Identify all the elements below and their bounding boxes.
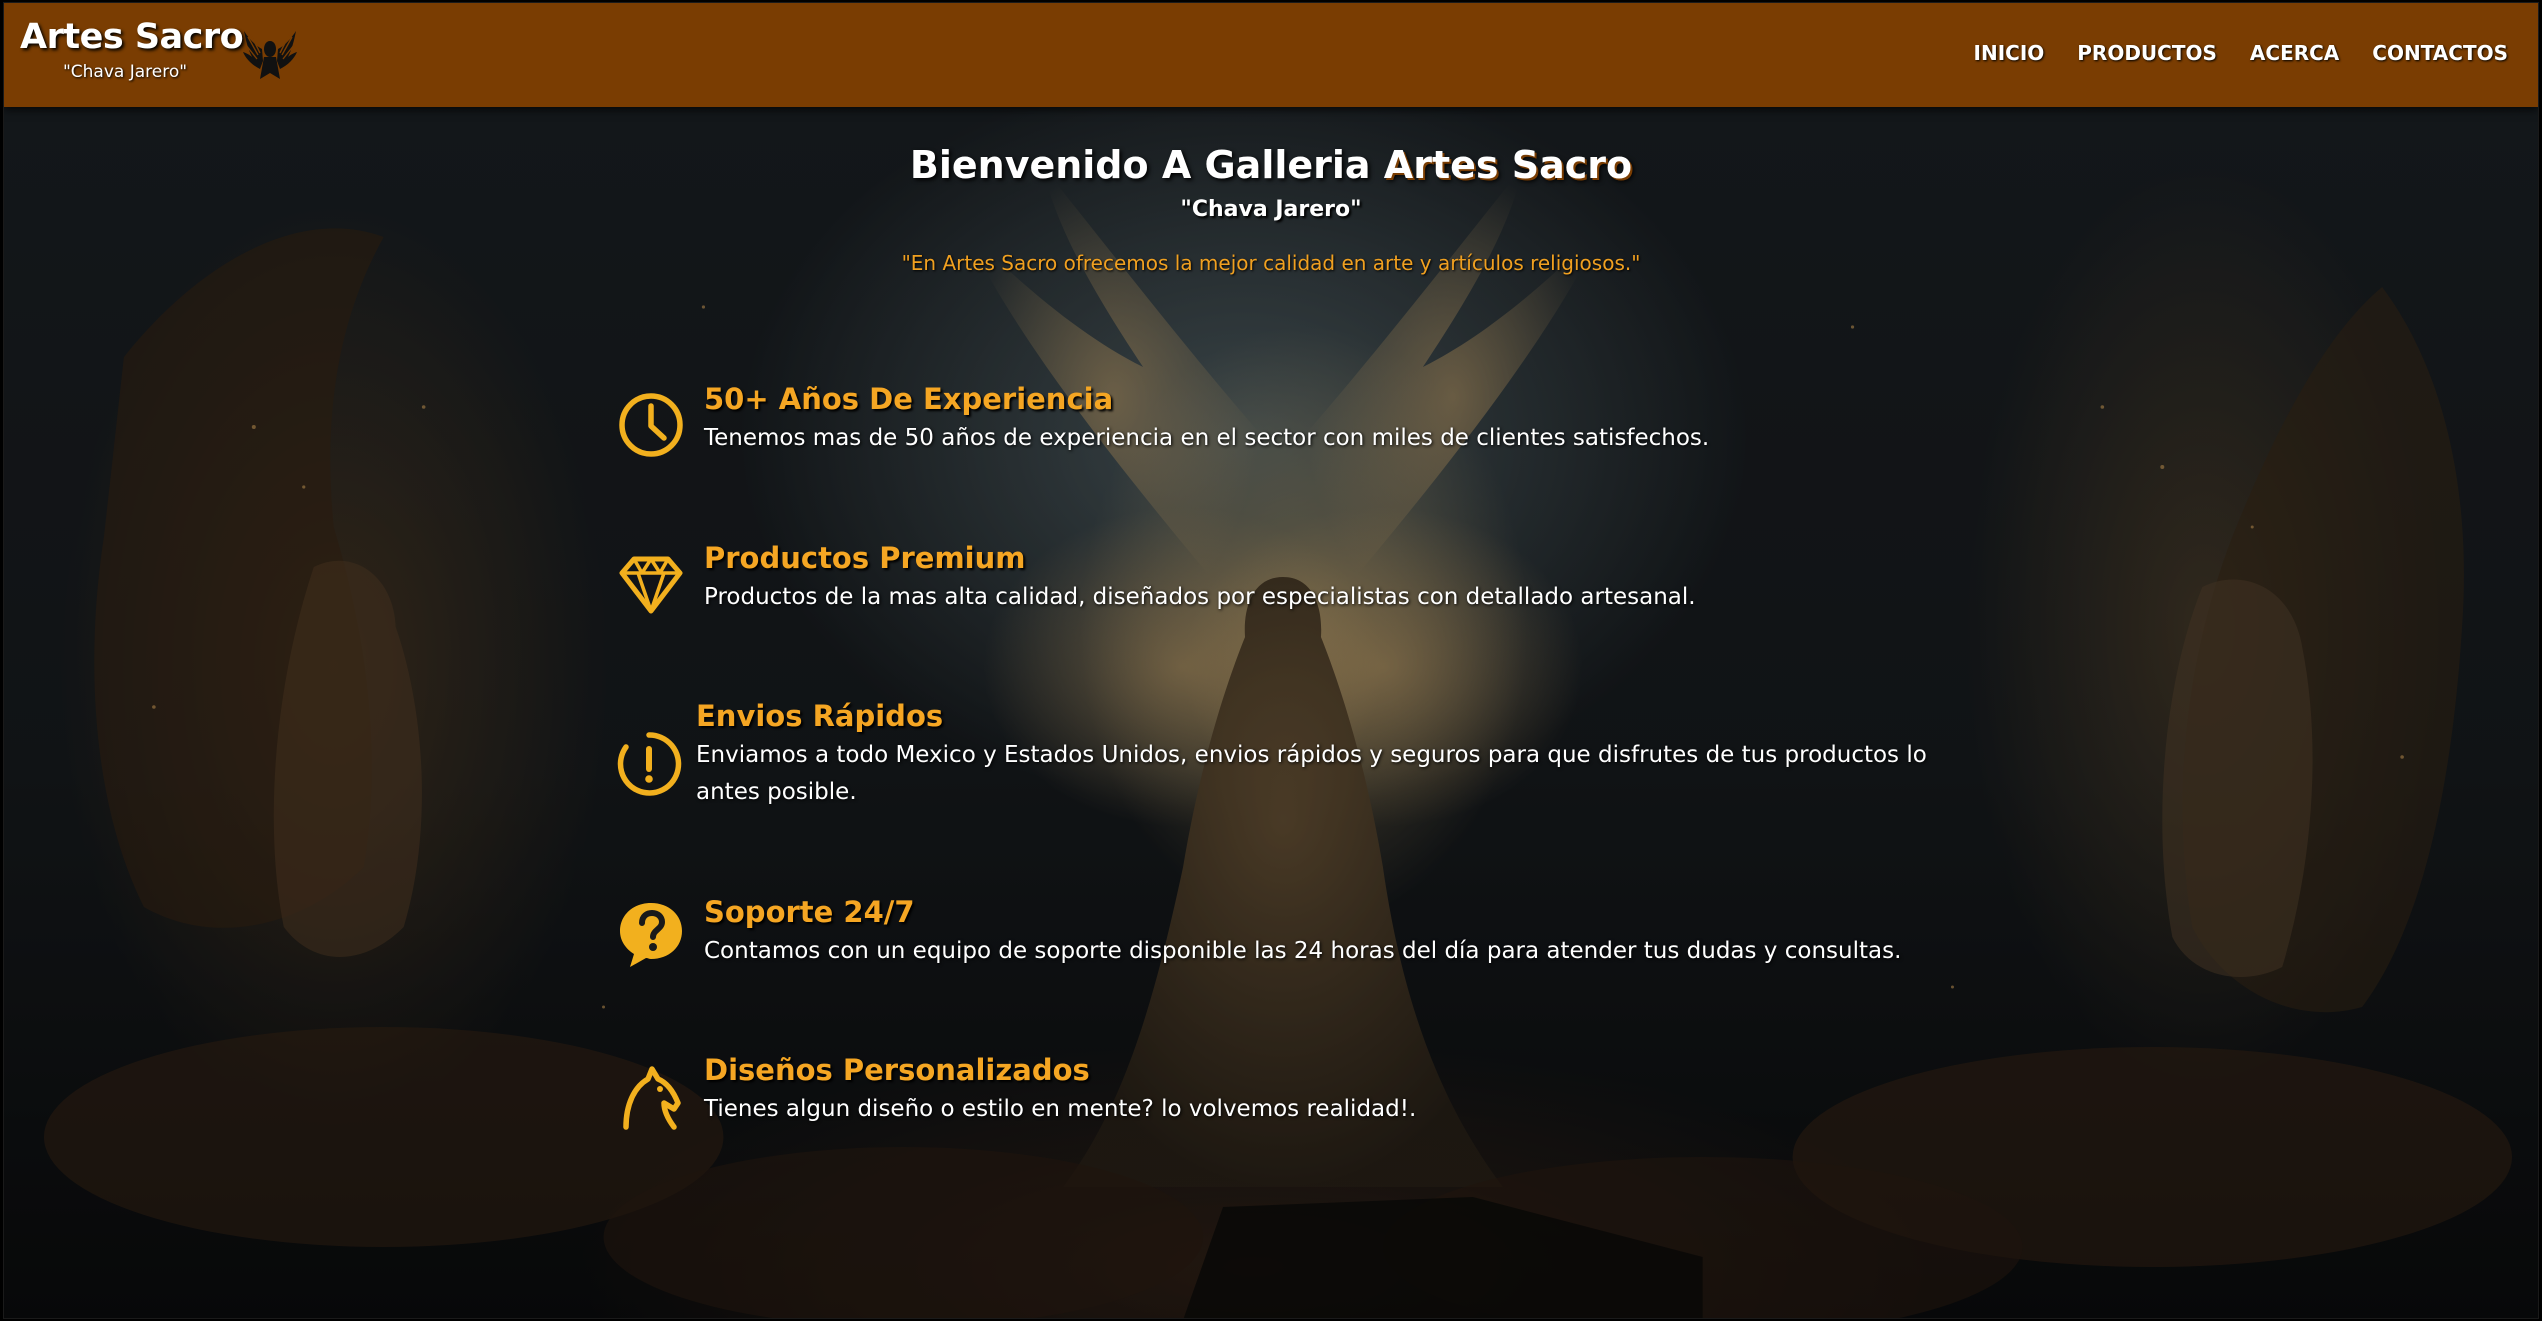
feature-title: 50+ Años De Experiencia [704, 382, 1114, 416]
browser-viewport: Artes Sacro "Chava Jarero" INICIO PRODUC… [3, 2, 2539, 1319]
brand[interactable]: Artes Sacro "Chava Jarero" [20, 17, 244, 82]
nav-link-acerca[interactable]: ACERCA [2250, 41, 2339, 65]
feature-description: Tenemos mas de 50 años de experiencia en… [704, 425, 1710, 451]
welcome-brand: Artes Sacro [1383, 143, 1633, 187]
hero-section: Bienvenido A Galleria Artes Sacro "Chava… [4, 107, 2538, 1318]
feature-title: Diseños Personalizados [704, 1053, 1090, 1087]
alert-circle-icon [617, 732, 682, 796]
nav-link-inicio[interactable]: INICIO [1974, 41, 2045, 65]
winged-emblem-icon[interactable] [240, 27, 300, 87]
feature-description: Productos de la mas alta calidad, diseña… [704, 584, 1696, 610]
feature-title: Envios Rápidos [696, 699, 944, 733]
welcome-prefix: Bienvenido A Galleria [909, 143, 1371, 187]
tagline: "En Artes Sacro ofrecemos la mejor calid… [901, 251, 1641, 275]
brand-title: Artes Sacro [20, 17, 244, 57]
horse-head-icon [623, 1066, 681, 1130]
welcome-heading: Bienvenido A Galleria Artes Sacro [4, 143, 2538, 187]
nav-link-contactos[interactable]: CONTACTOS [2372, 41, 2508, 65]
nav-links: INICIO PRODUCTOS ACERCA CONTACTOS [1974, 41, 2508, 65]
question-bubble-icon [620, 903, 682, 967]
welcome-subtitle: "Chava Jarero" [1180, 197, 1362, 222]
nav-link-productos[interactable]: PRODUCTOS [2077, 41, 2217, 65]
hero-content: Bienvenido A Galleria Artes Sacro "Chava… [4, 107, 2538, 1318]
clock-icon [619, 393, 683, 457]
feature-title: Soporte 24/7 [704, 895, 915, 929]
feature-description: Tienes algun diseño o estilo en mente? l… [704, 1096, 1417, 1122]
feature-title: Productos Premium [704, 541, 1026, 575]
feature-description: Contamos con un equipo de soporte dispon… [704, 938, 1902, 964]
brand-subtitle: "Chava Jarero" [62, 62, 188, 82]
feature-description: Enviamos a todo Mexico y Estados Unidos,… [696, 742, 1927, 805]
diamond-icon [619, 556, 683, 614]
top-navbar: Artes Sacro "Chava Jarero" INICIO PRODUC… [4, 3, 2538, 107]
